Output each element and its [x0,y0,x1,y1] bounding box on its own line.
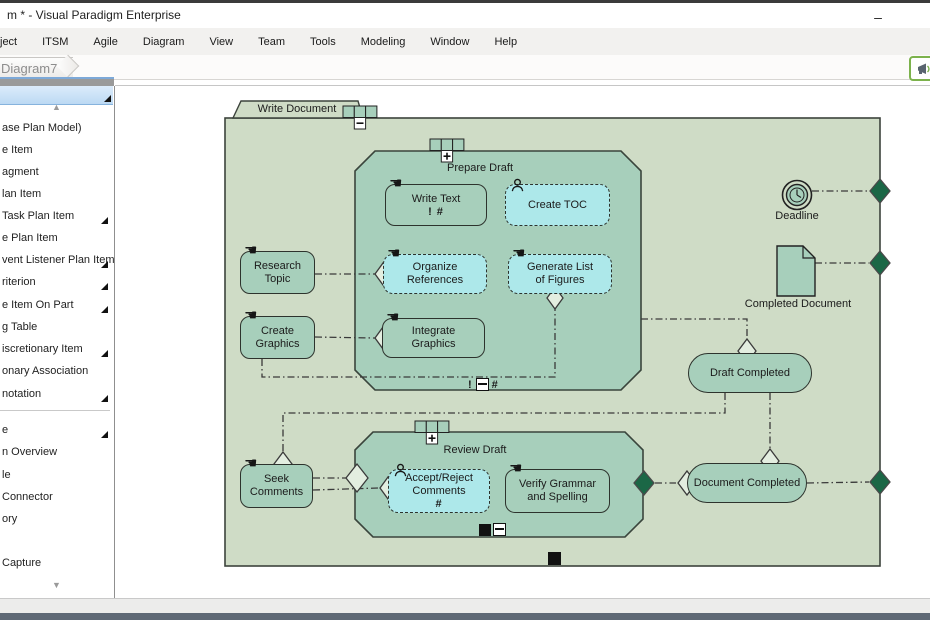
palette-item-stage-plan-item[interactable]: lan Item [2,186,41,202]
menu-item-help[interactable]: Help [494,36,517,48]
event-deadline-shape[interactable] [783,181,812,210]
palette-item-plan-item[interactable]: e Item [2,142,33,158]
resource-corner-icon [104,95,111,102]
stage-review-bottom-markers [479,523,506,536]
manual-task-icon: ☚ [386,310,399,325]
menu-item-tools[interactable]: Tools [310,36,336,48]
palette-item-task-plan-item[interactable]: Task Plan Item [2,208,74,224]
palette-item-table[interactable]: le [2,467,11,483]
manual-task-icon: ☚ [244,243,257,258]
task-generate-list-of-figures[interactable]: ☚ Generate List of Figures [508,254,612,294]
stage-prepare-bottom-markers: ! # [468,378,499,391]
write-text-markers: ! # [428,206,444,218]
palette-item-planning-table[interactable]: g Table [2,319,37,335]
manual-task-icon: ☚ [389,176,402,191]
manual-task-icon: ☚ [387,246,400,261]
tab-bar: Diagram7 [0,55,930,80]
expand-corner-icon[interactable] [101,431,108,438]
palette-item-event-listener-plan-item[interactable]: vent Listener Plan Item [2,252,115,268]
milestone-draft-completed[interactable]: Draft Completed [688,353,812,393]
manual-task-icon: ☚ [509,461,522,476]
menu-item-project[interactable]: ject [0,36,17,48]
diagram-palette: ▲ ase Plan Model) e Item agment lan Item… [0,86,115,598]
repetition-marker: # [492,379,499,391]
manual-task-icon: ☚ [244,456,257,471]
tab-label: Diagram7 [1,61,57,76]
menu-item-team[interactable]: Team [258,36,285,48]
human-task-icon [510,178,525,193]
palette-item-plan-fragment[interactable]: agment [2,164,39,180]
megaphone-icon [917,63,930,75]
menu-item-diagram[interactable]: Diagram [143,36,185,48]
palette-item-connector[interactable]: Connector [2,489,53,505]
palette-item-note[interactable]: e [2,422,8,438]
window-title: m * - Visual Paradigm Enterprise [7,8,181,22]
diagram-canvas[interactable]: Write Document Prepare Draft Review Draf… [115,85,930,599]
task-verify-grammar-spelling[interactable]: ☚ Verify Grammar and Spelling [505,469,610,513]
palette-item-case-file-item-on-part[interactable]: e Item On Part [2,297,74,313]
palette-item-criterion[interactable]: riterion [2,274,36,290]
menu-item-agile[interactable]: Agile [93,36,117,48]
accept-reject-marker: # [435,498,442,510]
palette-item-discretionary-association[interactable]: onary Association [2,363,88,379]
palette-header-strip [0,79,114,86]
palette-scroll-down-icon[interactable]: ▼ [0,580,113,590]
stage-review-title: Review Draft [375,444,575,457]
menu-item-view[interactable]: View [209,36,233,48]
collapsed-marker-icon[interactable] [479,524,491,536]
manual-task-icon: ☚ [512,246,525,261]
milestone-document-completed[interactable]: Document Completed [687,463,807,503]
menu-bar: ject ITSM Agile Diagram View Team Tools … [0,28,930,55]
task-create-toc[interactable]: Create TOC [505,184,610,226]
announcement-button[interactable] [909,56,930,81]
case-title: Write Document [237,103,357,116]
minimize-button[interactable]: – [868,9,888,25]
stage-prepare-title: Prepare Draft [380,162,580,175]
palette-item-ory[interactable]: ory [2,511,17,527]
task-seek-comments[interactable]: ☚ Seek Comments [240,464,313,508]
palette-item-discretionary-item[interactable]: iscretionary Item [2,341,83,357]
palette-item-capture[interactable]: Capture [2,555,41,571]
task-accept-reject-comments[interactable]: Accept/Reject Comments # [388,469,490,513]
expand-corner-icon[interactable] [101,283,108,290]
expand-corner-icon[interactable] [101,261,108,268]
palette-separator [0,410,110,411]
task-research-topic[interactable]: ☚ Research Topic [240,251,315,294]
palette-item-milestone-plan-item[interactable]: e Plan Item [2,230,58,246]
task-create-graphics[interactable]: ☚ Create Graphics [240,316,315,359]
expand-corner-icon[interactable] [101,217,108,224]
menu-item-itsm[interactable]: ITSM [42,36,68,48]
palette-item-diagram-overview[interactable]: n Overview [2,444,57,460]
expand-corner-icon[interactable] [101,395,108,402]
task-integrate-graphics[interactable]: ☚ Integrate Graphics [382,318,485,358]
human-task-icon [393,463,408,478]
case-file-completed-document-label: Completed Document [743,298,853,311]
status-bar [0,598,930,614]
event-deadline-label: Deadline [757,210,837,223]
manual-task-icon: ☚ [244,308,257,323]
task-organize-references[interactable]: ☚ Organize References [383,254,487,294]
menu-item-modeling[interactable]: Modeling [361,36,406,48]
title-bar: m * - Visual Paradigm Enterprise – [0,3,930,28]
palette-item-case-plan-model[interactable]: ase Plan Model) [2,120,82,136]
case-file-completed-document-shape[interactable] [777,246,815,296]
task-write-text[interactable]: ☚ Write Text ! # [385,184,487,226]
taskbar-strip [0,613,930,620]
expand-corner-icon[interactable] [101,306,108,313]
required-marker: ! [468,379,473,391]
expand-corner-icon[interactable] [101,350,108,357]
collapse-marker-icon[interactable] [493,523,506,536]
collapse-marker-icon[interactable] [476,378,489,391]
case-bottom-marker-icon[interactable] [548,552,561,565]
palette-item-annotation[interactable]: notation [2,386,41,402]
palette-scroll-up-icon[interactable]: ▲ [0,102,113,112]
menu-item-window[interactable]: Window [430,36,469,48]
